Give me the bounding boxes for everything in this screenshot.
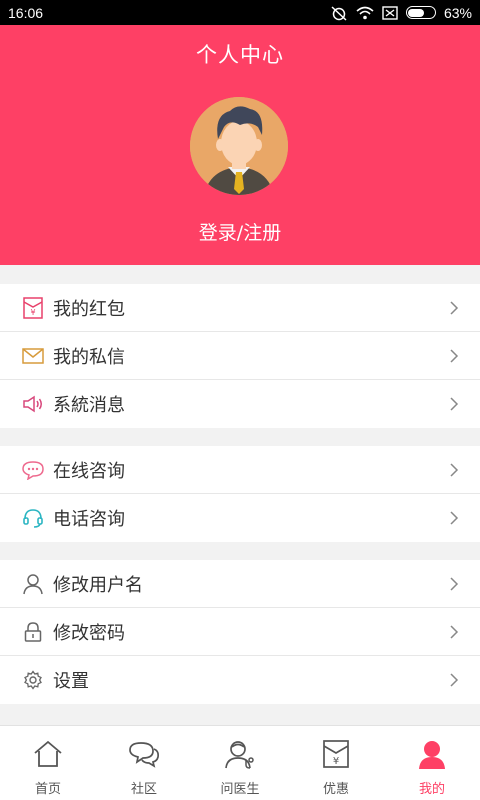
tab-community[interactable]: 社区 bbox=[96, 726, 192, 800]
user-icon bbox=[22, 573, 44, 595]
chevron-right-icon bbox=[450, 625, 459, 639]
status-bar: 16:06 63% bbox=[0, 0, 480, 25]
tab-label: 首页 bbox=[34, 782, 61, 797]
chevron-right-icon bbox=[450, 397, 459, 411]
headset-icon bbox=[22, 507, 44, 529]
menu-item-private-message[interactable]: 我的私信 bbox=[0, 332, 480, 380]
page-title: 个人中心 bbox=[196, 43, 284, 67]
profile-header: 个人中心 登录/注册 bbox=[0, 25, 480, 265]
coupon-icon: ¥ bbox=[323, 740, 349, 768]
home-icon bbox=[34, 740, 62, 767]
menu-label: 系統消息 bbox=[53, 395, 125, 416]
status-icons: 63% bbox=[330, 5, 472, 21]
red-envelope-icon: ¥ bbox=[22, 296, 44, 319]
no-sim-icon bbox=[382, 5, 398, 20]
menu-group-messages: ¥ 我的红包 我的私信 系統消息 bbox=[0, 284, 480, 428]
menu-group-account: 修改用户名 修改密码 设置 bbox=[0, 560, 480, 704]
menu-item-change-username[interactable]: 修改用户名 bbox=[0, 560, 480, 608]
menu-item-phone-consult[interactable]: 电话咨询 bbox=[0, 494, 480, 542]
menu-item-online-consult[interactable]: 在线咨询 bbox=[0, 446, 480, 494]
menu-group-consult: 在线咨询 电话咨询 bbox=[0, 446, 480, 542]
battery-icon bbox=[405, 6, 436, 19]
svg-text:¥: ¥ bbox=[333, 756, 339, 767]
profile-icon bbox=[419, 741, 445, 769]
menu-label: 在线咨询 bbox=[53, 460, 125, 482]
chat-bubble-icon bbox=[22, 459, 44, 481]
alarm-off-icon bbox=[331, 5, 347, 21]
lock-icon bbox=[22, 621, 44, 643]
gear-icon bbox=[22, 669, 44, 691]
menu-item-system-message[interactable]: 系統消息 bbox=[0, 380, 480, 428]
chevron-right-icon bbox=[450, 463, 459, 477]
tab-discount[interactable]: ¥ 优惠 bbox=[288, 726, 384, 800]
login-register-link[interactable]: 登录/注册 bbox=[0, 218, 480, 245]
chevron-right-icon bbox=[450, 301, 459, 315]
community-icon bbox=[129, 742, 160, 768]
status-time: 16:06 bbox=[8, 4, 44, 21]
default-avatar-icon bbox=[190, 97, 288, 195]
mail-icon bbox=[22, 345, 44, 367]
tab-label: 问医生 bbox=[220, 782, 260, 797]
tab-label: 我的 bbox=[418, 782, 445, 797]
chevron-right-icon bbox=[450, 673, 459, 687]
avatar[interactable] bbox=[190, 97, 288, 195]
menu-label: 我的红包 bbox=[53, 298, 125, 320]
menu-item-red-envelope[interactable]: ¥ 我的红包 bbox=[0, 284, 480, 332]
menu-label: 设置 bbox=[53, 671, 89, 692]
tab-mine[interactable]: 我的 bbox=[384, 726, 480, 800]
svg-text:¥: ¥ bbox=[30, 308, 35, 317]
chevron-right-icon bbox=[450, 511, 459, 525]
tab-home[interactable]: 首页 bbox=[0, 726, 96, 800]
menu-label: 修改用户名 bbox=[53, 574, 143, 596]
wifi-icon bbox=[356, 6, 374, 19]
menu-item-change-password[interactable]: 修改密码 bbox=[0, 608, 480, 656]
bottom-tab-bar: 首页 社区 问医生 ¥ 优惠 我的 bbox=[0, 725, 480, 800]
tab-label: 优惠 bbox=[322, 782, 349, 797]
doctor-icon bbox=[225, 741, 254, 769]
speaker-icon bbox=[22, 393, 44, 415]
menu-label: 修改密码 bbox=[53, 622, 125, 644]
chevron-right-icon bbox=[450, 577, 459, 591]
menu-label: 电话咨询 bbox=[53, 509, 125, 530]
tab-label: 社区 bbox=[130, 782, 157, 797]
tab-ask-doctor[interactable]: 问医生 bbox=[192, 726, 288, 800]
chevron-right-icon bbox=[450, 349, 459, 363]
menu-label: 我的私信 bbox=[53, 346, 125, 368]
battery-percent: 63% bbox=[443, 4, 472, 21]
menu-item-settings[interactable]: 设置 bbox=[0, 656, 480, 704]
